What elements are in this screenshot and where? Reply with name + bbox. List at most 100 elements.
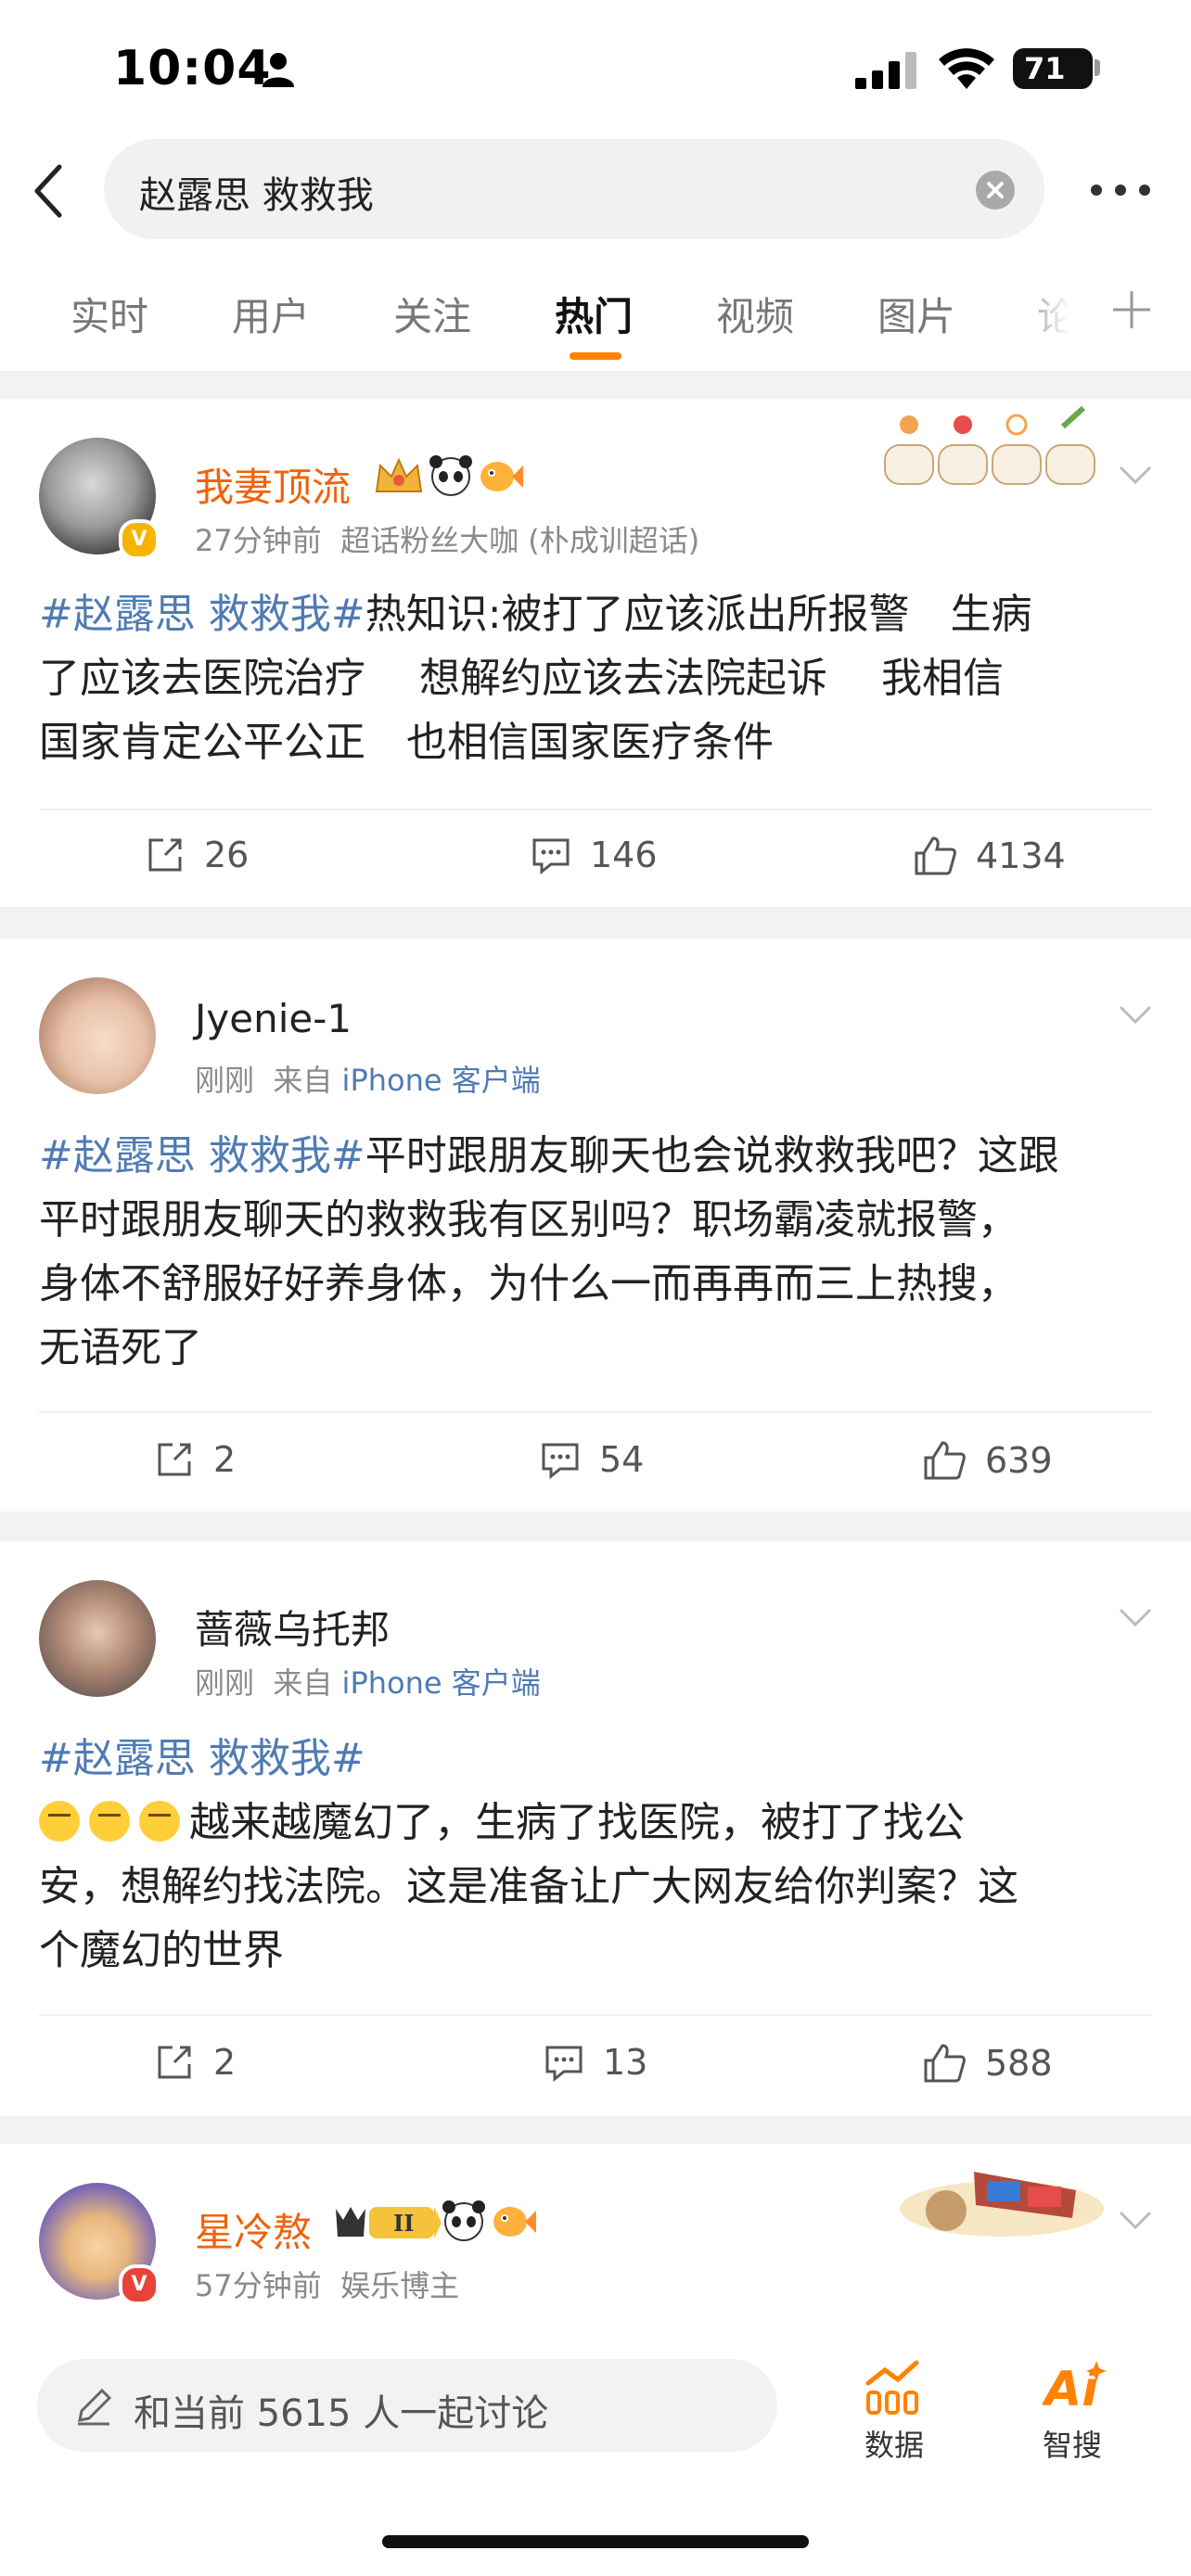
username[interactable]: 我妻顶流 xyxy=(195,456,351,513)
panda-icon xyxy=(442,2200,485,2241)
data-label[interactable]: 数据 xyxy=(864,2422,924,2465)
username[interactable]: 蔷薇乌托邦 xyxy=(195,1599,390,1655)
fish-icon xyxy=(480,462,523,491)
pencil-icon xyxy=(78,2388,112,2426)
post-card[interactable]: Jyenie-1 刚刚 来自 iPhone 客户端 #赵露思 救救我#平时跟朋友… xyxy=(0,938,1191,1511)
smirk-emoji-icon xyxy=(89,1801,130,1842)
post-line: 无语死了 xyxy=(39,1324,202,1371)
back-arrow-icon[interactable] xyxy=(30,163,67,219)
bottom-bar: 和当前 5615 人一起讨论 数据 Ai 智搜 xyxy=(0,2327,1191,2576)
post-card[interactable]: V 我妻顶流 27分钟前 超话粉丝大咖 (朴成训超话) #赵露思 救救我#热知识… xyxy=(0,399,1191,907)
repost-icon xyxy=(158,2046,191,2079)
tab-hot[interactable]: 热门 xyxy=(555,286,633,342)
3d-glasses-decoration-icon xyxy=(900,2172,1104,2237)
post-line: 了应该去医院治疗 想解约应该去法院起诉 我相信 xyxy=(39,655,1004,702)
tab-images[interactable]: 图片 xyxy=(877,286,955,342)
thumbs-up-icon xyxy=(924,1441,966,1480)
avatar[interactable] xyxy=(39,1580,156,1697)
tab-users[interactable]: 用户 xyxy=(232,286,310,342)
chevron-down-icon[interactable] xyxy=(1117,2209,1154,2231)
crown-badge-icon xyxy=(375,457,423,492)
source-client-link[interactable]: iPhone 客户端 xyxy=(342,1063,541,1098)
repost-icon xyxy=(158,1443,191,1476)
comment-count: 54 xyxy=(599,1439,645,1480)
post-line: 越来越魔幻了，生病了找医院，被打了找公 xyxy=(189,1799,965,1846)
tab-video[interactable]: 视频 xyxy=(716,286,794,342)
active-tab-indicator xyxy=(570,352,621,360)
search-header: 赵露思 救救我 xyxy=(0,139,1191,241)
person-icon xyxy=(263,53,294,87)
post-meta: 27分钟前 超话粉丝大咖 (朴成训超话) xyxy=(195,517,699,560)
post-meta: 刚刚 来自 iPhone 客户端 xyxy=(195,1660,541,1702)
source-client-link[interactable]: iPhone 客户端 xyxy=(342,1665,541,1701)
like-button[interactable]: 4134 xyxy=(913,835,1066,877)
search-query: 赵露思 救救我 xyxy=(139,174,374,217)
repost-button[interactable]: 26 xyxy=(145,835,249,875)
username[interactable]: 星冷熬 xyxy=(195,2201,312,2258)
repost-count: 2 xyxy=(213,2042,237,2083)
post-line: 身体不舒服好好养身体，为什么一而再再而三上热搜， xyxy=(39,1260,1018,1307)
post-card[interactable]: 蔷薇乌托邦 刚刚 来自 iPhone 客户端 #赵露思 救救我# 越来越魔幻了，… xyxy=(0,1541,1191,2116)
ai-search-label[interactable]: 智搜 xyxy=(1043,2422,1102,2465)
like-count: 588 xyxy=(985,2043,1053,2084)
more-options-icon[interactable] xyxy=(1089,176,1152,204)
like-button[interactable]: 588 xyxy=(922,2042,1053,2085)
comment-button[interactable]: 54 xyxy=(540,1439,644,1480)
cellular-signal-icon xyxy=(855,52,916,89)
tab-following[interactable]: 关注 xyxy=(393,286,471,342)
like-button[interactable]: 639 xyxy=(922,1439,1053,1482)
cats-decoration-icon xyxy=(884,405,1095,485)
post-time: 刚刚 xyxy=(195,1665,255,1701)
wifi-icon xyxy=(939,48,994,89)
comment-button[interactable]: 146 xyxy=(531,835,658,875)
user-info: 超话粉丝大咖 (朴成训超话) xyxy=(340,523,700,558)
status-bar: 10:04 71 xyxy=(0,0,1191,139)
post-text: #赵露思 救救我#热知识:被打了应该派出所报警 生病 了应该去医院治疗 想解约应… xyxy=(39,582,1161,774)
tab-fade xyxy=(1011,278,1095,343)
comment-icon xyxy=(545,2046,583,2083)
divider xyxy=(39,1411,1152,1413)
ai-search-button[interactable]: Ai xyxy=(1041,2355,1108,2420)
hashtag-link[interactable]: #赵露思 救救我# xyxy=(39,1735,365,1782)
chevron-down-icon[interactable] xyxy=(1117,1003,1154,1026)
post-meta: 57分钟前 娱乐博主 xyxy=(195,2263,459,2305)
post-line: 国家肯定公平公正 也相信国家医疗条件 xyxy=(39,719,774,766)
battery-tip xyxy=(1095,59,1100,76)
data-button[interactable] xyxy=(863,2355,928,2420)
repost-button[interactable]: 2 xyxy=(154,2042,236,2083)
chevron-down-icon[interactable] xyxy=(1117,1606,1154,1628)
post-card[interactable]: V 星冷熬 II 57分钟前 娱乐博主 xyxy=(0,2144,1191,2327)
like-count: 4134 xyxy=(976,835,1066,876)
avatar[interactable] xyxy=(39,977,156,1094)
post-line: 个魔幻的世界 xyxy=(39,1927,284,1974)
post-time: 27分钟前 xyxy=(195,523,322,558)
chevron-down-icon[interactable] xyxy=(1117,464,1154,486)
hashtag-link[interactable]: #赵露思 救救我# xyxy=(39,1132,365,1180)
post-time: 刚刚 xyxy=(195,1063,255,1098)
search-input[interactable]: 赵露思 救救我 xyxy=(104,139,1044,239)
post-text: #赵露思 救救我# 越来越魔幻了，生病了找医院，被打了找公 安，想解约找法院。这… xyxy=(39,1727,1161,1983)
thumbs-up-icon xyxy=(924,2044,966,2083)
comment-button[interactable]: 13 xyxy=(544,2042,647,2083)
repost-button[interactable]: 2 xyxy=(154,1439,236,1480)
panda-icon xyxy=(429,455,472,496)
post-line: 平时跟朋友聊天也会说救救我吧？这跟 xyxy=(365,1132,1059,1180)
discuss-placeholder: 和当前 5615 人一起讨论 xyxy=(134,2392,549,2435)
post-time: 57分钟前 xyxy=(195,2268,322,2303)
repost-icon xyxy=(148,838,182,872)
discuss-input[interactable]: 和当前 5615 人一起讨论 xyxy=(37,2359,777,2452)
source-prefix: 来自 xyxy=(273,1063,333,1098)
smirk-emoji-icon xyxy=(39,1801,80,1842)
clear-search-icon[interactable] xyxy=(976,171,1015,210)
tab-realtime[interactable]: 实时 xyxy=(70,286,148,342)
like-count: 639 xyxy=(985,1440,1053,1481)
add-tab-icon[interactable] xyxy=(1111,289,1152,330)
comment-icon xyxy=(542,1443,579,1480)
post-meta: 刚刚 来自 iPhone 客户端 xyxy=(195,1057,541,1100)
username[interactable]: Jyenie-1 xyxy=(195,996,352,1041)
repost-count: 26 xyxy=(204,835,250,875)
bar-chart-icon xyxy=(865,2360,919,2415)
thumbs-up-icon xyxy=(915,836,956,875)
clock: 10:04 xyxy=(113,41,272,96)
hashtag-link[interactable]: #赵露思 救救我# xyxy=(39,591,365,638)
